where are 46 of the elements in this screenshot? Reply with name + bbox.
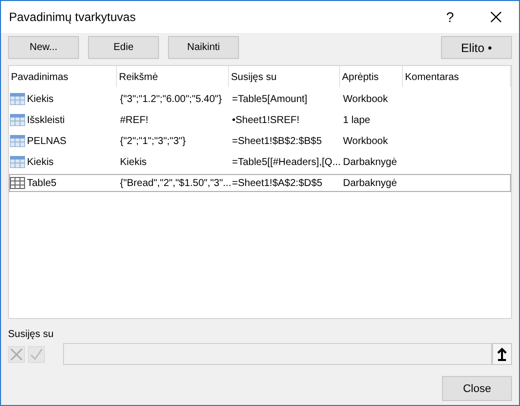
toolbar-button[interactable]: Naikinti (168, 36, 239, 59)
table-icon (10, 177, 25, 189)
table-cell-text: Darbaknygė (342, 156, 398, 170)
name-text: PELNAS (27, 136, 66, 146)
table-cell-text: {"Bread","2","$1.50","3"... (119, 176, 230, 190)
table-cell-text: 1 lape (342, 114, 372, 128)
column-header[interactable]: Susijęs su (229, 66, 340, 87)
name-row[interactable]: Table5 {"Bread","2","$1.50","3"...=Sheet1!$A$2:$D$5 Darbaknygė (9, 174, 511, 192)
table-cell-text: {"3";"1.2";"6.00";"5.40"} (119, 92, 223, 106)
name-icon (10, 93, 25, 105)
name-text: Kiekis (27, 94, 54, 104)
name-text: Table5 (27, 178, 56, 188)
cancel-icon[interactable] (8, 346, 25, 362)
collapse-icon[interactable] (492, 343, 512, 365)
table-cell-text: Workbook (342, 134, 389, 148)
name-row[interactable]: Išskleisti #REF! •Sheet1!SREF! 1 lape (9, 111, 511, 129)
name-icon (10, 156, 25, 168)
close-button[interactable]: Close (442, 376, 512, 401)
toolbar-button[interactable]: Edie (88, 36, 159, 59)
refers-to-label: Susijęs su (8, 329, 55, 340)
table-cell-text: Darbaknygė (342, 176, 398, 190)
name-row[interactable]: Kiekis {"3";"1.2";"6.00";"5.40"} =Table5[Amount] Workbook (9, 90, 511, 108)
column-header[interactable]: Pavadinimas (9, 66, 117, 87)
table-cell-text: =Table5[Amount] (231, 92, 308, 106)
filter-button[interactable]: Elito • (441, 36, 512, 59)
column-header[interactable]: Aprėptis (340, 66, 403, 87)
name-row[interactable]: PELNAS {"2";"1";"3";"3"} =Sheet1!$B$2:$B$5 Workbook (9, 132, 511, 150)
table-cell-text: =Table5[[#Headers],[Q... (231, 156, 341, 170)
table-cell-text: =Sheet1!$B$2:$B$5 (231, 134, 323, 148)
table-cell-text: Kiekis (119, 156, 148, 170)
check-icon[interactable] (28, 346, 45, 362)
help-button[interactable]: ? (427, 9, 473, 25)
column-header[interactable]: Reikšmė (117, 66, 229, 87)
name-icon (10, 114, 25, 126)
name-text: Kiekis (27, 156, 54, 168)
window-title: Pavadinimų tvarkytuvas (9, 10, 137, 24)
table-cell-text: #REF! (119, 114, 150, 128)
table-cell-text: Workbook (342, 92, 389, 106)
column-header[interactable]: Komentaras (403, 66, 511, 87)
table-cell-text: •Sheet1!SREF! (231, 114, 300, 128)
table-cell-text: =Sheet1!$A$2:$D$5 (231, 176, 324, 190)
toolbar-button[interactable]: New... (8, 36, 79, 59)
table-cell-text: {"2";"1";"3";"3"} (119, 134, 187, 148)
name-row[interactable]: Kiekis Kiekis =Table5[[#Headers],[Q... Darbaknygė (9, 153, 511, 171)
name-text: Išskleisti (27, 114, 65, 126)
name-icon (10, 135, 25, 147)
